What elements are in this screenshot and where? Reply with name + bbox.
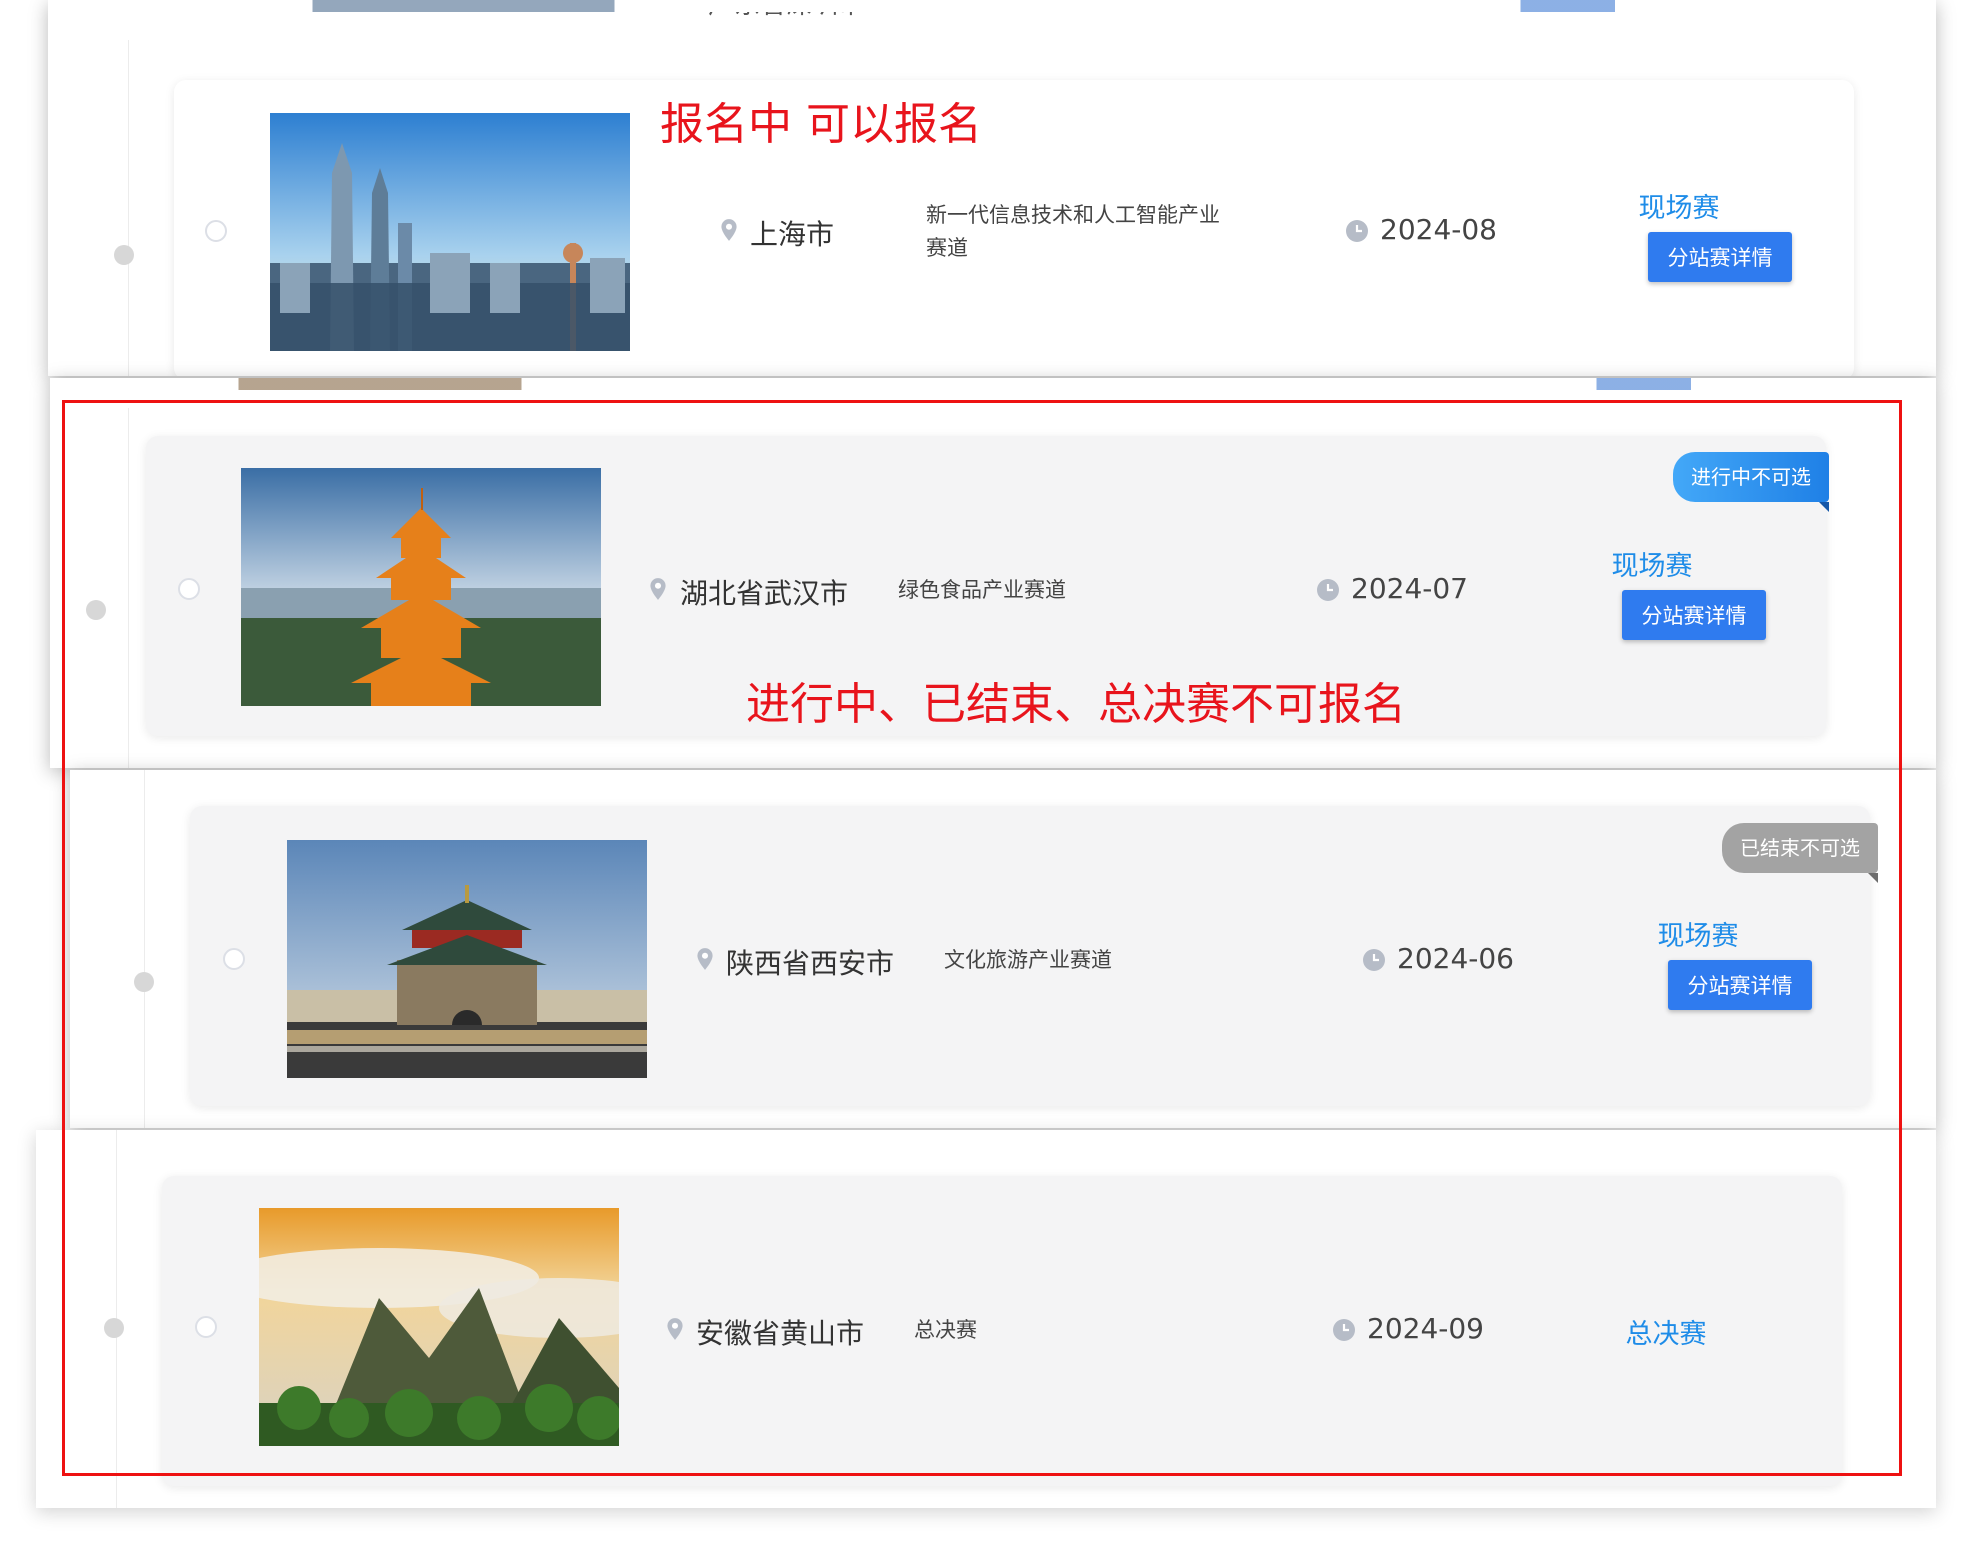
timeline-line: [128, 40, 129, 376]
event-city: 上海市: [750, 218, 835, 251]
event-date: 2024-08: [1380, 213, 1497, 246]
timeline-dot: [114, 245, 134, 265]
station-detail-button[interactable]: 分站赛详情: [1648, 232, 1792, 282]
select-radio[interactable]: [205, 220, 227, 242]
partial-row-above: [48, 0, 1936, 12]
event-card-shanghai: 上海市 新一代信息技术和人工智能产业赛道 2024-08 现场赛 分站赛详情: [174, 80, 1854, 376]
annotation-registration-open: 报名中 可以报名: [660, 99, 982, 150]
event-track: 新一代信息技术和人工智能产业赛道: [926, 203, 1220, 260]
annotation-red-box: [62, 400, 1902, 1476]
annotation-registration-closed: 进行中、已结束、总决赛不可报名: [740, 668, 1412, 732]
clock-icon: [1346, 220, 1368, 242]
partial-row-above: [50, 378, 1936, 390]
event-thumbnail: [270, 113, 630, 351]
location-pin-icon: [721, 219, 737, 241]
screenshot-panel-shanghai: 广东省深圳市 上海市 新一代信息技术和人工智能产业赛道: [48, 0, 1936, 376]
event-type-link[interactable]: 现场赛: [1599, 186, 1759, 225]
